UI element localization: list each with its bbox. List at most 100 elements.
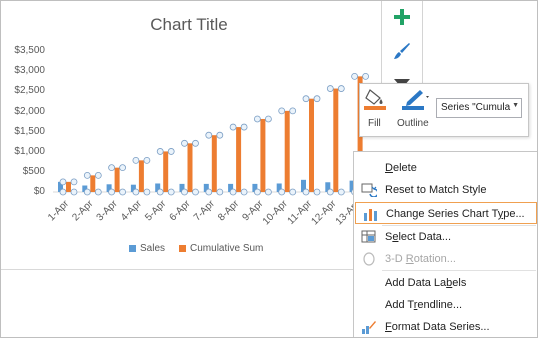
menu-item-format-data-series[interactable]: Format Data Series...: [355, 316, 537, 337]
x-tick-label: 2-Apr: [70, 198, 96, 224]
selection-handle[interactable]: [337, 85, 345, 92]
outline-label: Outline: [397, 118, 429, 129]
selection-handle[interactable]: [337, 188, 345, 196]
selection-handle[interactable]: [302, 188, 310, 196]
selection-handle[interactable]: [326, 85, 334, 92]
bar-cumulative-sum[interactable]: [284, 110, 290, 192]
selection-handle[interactable]: [278, 188, 286, 196]
selection-handle[interactable]: [108, 188, 115, 196]
selection-handle[interactable]: [181, 139, 188, 147]
chart-type-icon: [364, 209, 377, 221]
bar-cumulative-sum[interactable]: [90, 175, 96, 192]
series-select-dropdown[interactable]: Series "Cumula ▼: [436, 98, 522, 118]
menu-item-label: Add Trendline...: [385, 299, 463, 311]
selection-handle[interactable]: [59, 178, 67, 186]
selection-handle[interactable]: [240, 123, 248, 131]
divider: [1, 269, 361, 270]
selection-handle[interactable]: [167, 148, 175, 155]
selection-handle[interactable]: [229, 188, 237, 196]
selection-handle[interactable]: [216, 131, 224, 139]
rotation-icon: [363, 252, 375, 266]
bar-cumulative-sum[interactable]: [163, 151, 169, 192]
menu-item-change-series-chart-type[interactable]: Change Series Chart Type...: [355, 202, 537, 224]
selection-handle[interactable]: [156, 188, 164, 196]
bar-cumulative-sum[interactable]: [138, 160, 144, 192]
selection-handle[interactable]: [289, 107, 297, 115]
menu-item-add-data-labels[interactable]: Add Data Labels: [355, 272, 537, 294]
selection-handle[interactable]: [181, 188, 188, 196]
selection-handle[interactable]: [253, 188, 261, 196]
menu-item-reset-to-match-style[interactable]: Reset to Match Style: [355, 179, 537, 201]
reset-style-icon: [361, 183, 377, 197]
menu-item-label: Format Data Series...: [385, 321, 490, 333]
selection-handle[interactable]: [83, 188, 91, 196]
selection-handle[interactable]: [70, 188, 78, 196]
bar-cumulative-sum[interactable]: [114, 167, 120, 192]
selection-handle[interactable]: [156, 148, 164, 155]
bar-cumulative-sum[interactable]: [309, 98, 314, 192]
selection-handle[interactable]: [205, 188, 213, 196]
fill-label: Fill: [368, 118, 381, 129]
x-tick-label: 6-Apr: [168, 198, 194, 224]
context-menu: Delete Reset to Match Style Change Serie…: [353, 151, 537, 337]
selection-handle[interactable]: [264, 188, 272, 196]
selection-handle[interactable]: [192, 139, 199, 147]
selection-handle[interactable]: [253, 115, 261, 123]
selection-handle[interactable]: [119, 164, 126, 172]
selection-handle[interactable]: [143, 156, 151, 164]
bar-cumulative-sum[interactable]: [236, 127, 242, 192]
bar-cumulative-sum[interactable]: [333, 88, 339, 192]
selection-handle[interactable]: [362, 72, 370, 80]
outline-button[interactable]: [398, 88, 430, 116]
bar-cumulative-sum[interactable]: [66, 181, 71, 192]
legend-entry-sales[interactable]: Sales: [129, 243, 165, 254]
selection-handle[interactable]: [143, 188, 151, 196]
menu-item-label: Select Data...: [385, 231, 452, 243]
chart-elements-button[interactable]: [390, 5, 414, 29]
selection-handle[interactable]: [326, 188, 334, 196]
fill-button[interactable]: [362, 88, 390, 116]
bar-cumulative-sum[interactable]: [187, 143, 193, 192]
menu-item-label: Reset to Match Style: [385, 184, 487, 196]
selection-handle[interactable]: [94, 188, 102, 196]
chart-side-toolbar: [381, 1, 423, 92]
selection-handle[interactable]: [229, 123, 237, 131]
bar-cumulative-sum[interactable]: [260, 118, 266, 192]
legend-entry-cumulative-sum[interactable]: Cumulative Sum: [179, 243, 263, 254]
x-tick-label: 4-Apr: [119, 198, 145, 224]
menu-item-delete[interactable]: Delete: [355, 157, 537, 179]
selection-handle[interactable]: [119, 188, 126, 196]
selection-handle[interactable]: [313, 188, 321, 196]
selection-handle[interactable]: [132, 188, 140, 196]
selection-handle[interactable]: [216, 188, 224, 196]
selection-handle[interactable]: [205, 131, 213, 139]
menu-item-select-data[interactable]: Select Data...: [355, 226, 537, 248]
selection-handle[interactable]: [167, 188, 175, 196]
selection-handle[interactable]: [313, 95, 321, 103]
legend-label: Sales: [140, 243, 166, 254]
excel-chart-window: Chart Title $3,500 $3,000 $2,500 $2,000 …: [0, 0, 538, 338]
selection-handle[interactable]: [83, 171, 91, 179]
chart-styles-button[interactable]: [390, 39, 414, 63]
x-tick-label: 1-Apr: [46, 198, 72, 224]
selection-handle[interactable]: [278, 107, 286, 115]
x-tick-label: 3-Apr: [95, 198, 121, 224]
selection-handle[interactable]: [70, 178, 78, 186]
legend-swatch: [179, 245, 187, 252]
selection-handle[interactable]: [289, 188, 297, 196]
selection-handle[interactable]: [192, 188, 199, 196]
x-tick-label: 12-Apr: [309, 198, 338, 227]
selection-handle[interactable]: [59, 188, 67, 196]
menu-item-add-trendline[interactable]: Add Trendline...: [355, 294, 537, 316]
x-tick-label: 5-Apr: [143, 198, 169, 224]
bar-cumulative-sum[interactable]: [211, 135, 217, 192]
selection-handle[interactable]: [351, 72, 359, 80]
selection-handle[interactable]: [240, 188, 248, 196]
selection-handle[interactable]: [132, 156, 140, 164]
selection-handle[interactable]: [94, 171, 102, 179]
selection-handle[interactable]: [108, 164, 115, 172]
chart-legend[interactable]: Sales Cumulative Sum: [129, 243, 263, 254]
selection-handle[interactable]: [264, 115, 272, 123]
menu-item-label: 3-D Rotation...: [385, 253, 456, 265]
selection-handle[interactable]: [302, 95, 310, 103]
